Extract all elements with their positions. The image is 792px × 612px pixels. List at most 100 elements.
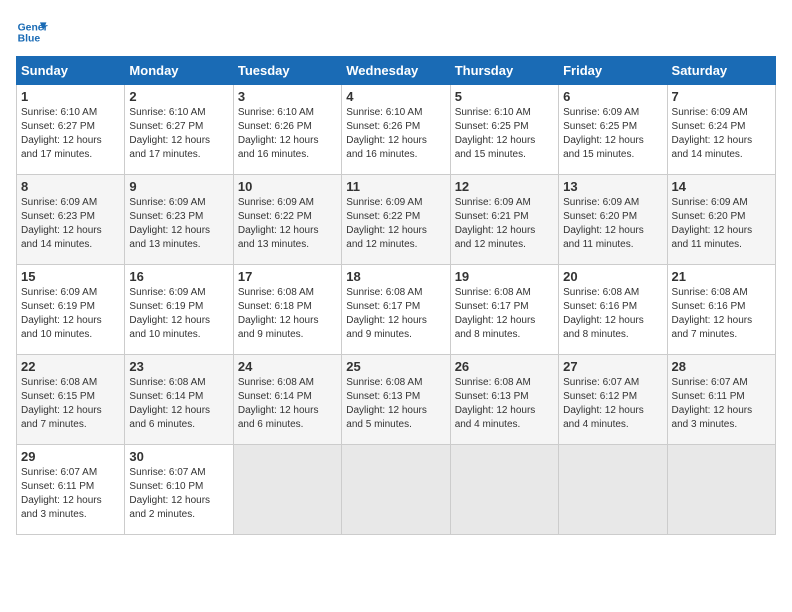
day-info: Sunrise: 6:08 AMSunset: 6:16 PMDaylight:… xyxy=(563,286,662,342)
col-header-tuesday: Tuesday xyxy=(233,57,341,85)
col-header-saturday: Saturday xyxy=(667,57,775,85)
day-info: Sunrise: 6:08 AMSunset: 6:13 PMDaylight:… xyxy=(455,376,554,432)
logo: General Blue xyxy=(16,16,48,48)
day-info: Sunrise: 6:10 AMSunset: 6:26 PMDaylight:… xyxy=(238,106,337,162)
day-number: 6 xyxy=(563,89,662,104)
day-info: Sunrise: 6:08 AMSunset: 6:18 PMDaylight:… xyxy=(238,286,337,342)
page-header: General Blue xyxy=(16,16,776,48)
calendar-cell: 11 Sunrise: 6:09 AMSunset: 6:22 PMDayligh… xyxy=(342,175,450,265)
day-info: Sunrise: 6:09 AMSunset: 6:24 PMDaylight:… xyxy=(672,106,771,162)
day-number: 1 xyxy=(21,89,120,104)
calendar-cell: 30Sunrise: 6:07 AMSunset: 6:10 PMDayligh… xyxy=(125,445,233,535)
day-number: 2 xyxy=(129,89,228,104)
calendar-cell: 4 Sunrise: 6:10 AMSunset: 6:26 PMDaylight… xyxy=(342,85,450,175)
logo-icon: General Blue xyxy=(16,16,48,48)
calendar-cell: 24 Sunrise: 6:08 AMSunset: 6:14 PMDayligh… xyxy=(233,355,341,445)
day-info: Sunrise: 6:08 AMSunset: 6:17 PMDaylight:… xyxy=(455,286,554,342)
calendar-cell: 6 Sunrise: 6:09 AMSunset: 6:25 PMDaylight… xyxy=(559,85,667,175)
calendar-cell: 8 Sunrise: 6:09 AMSunset: 6:23 PMDaylight… xyxy=(17,175,125,265)
calendar-table: SundayMondayTuesdayWednesdayThursdayFrid… xyxy=(16,56,776,535)
day-number: 23 xyxy=(129,359,228,374)
day-info: Sunrise: 6:09 AMSunset: 6:19 PMDaylight:… xyxy=(129,286,228,342)
day-info: Sunrise: 6:09 AMSunset: 6:20 PMDaylight:… xyxy=(672,196,771,252)
day-info: Sunrise: 6:09 AMSunset: 6:23 PMDaylight:… xyxy=(129,196,228,252)
day-number: 13 xyxy=(563,179,662,194)
calendar-cell: 12 Sunrise: 6:09 AMSunset: 6:21 PMDayligh… xyxy=(450,175,558,265)
day-number: 17 xyxy=(238,269,337,284)
day-info: Sunrise: 6:07 AMSunset: 6:10 PMDaylight:… xyxy=(129,466,228,522)
day-number: 21 xyxy=(672,269,771,284)
day-info: Sunrise: 6:08 AMSunset: 6:13 PMDaylight:… xyxy=(346,376,445,432)
day-info: Sunrise: 6:07 AMSunset: 6:12 PMDaylight:… xyxy=(563,376,662,432)
calendar-cell: 13 Sunrise: 6:09 AMSunset: 6:20 PMDayligh… xyxy=(559,175,667,265)
calendar-cell xyxy=(559,445,667,535)
calendar-cell xyxy=(342,445,450,535)
day-info: Sunrise: 6:09 AMSunset: 6:21 PMDaylight:… xyxy=(455,196,554,252)
calendar-cell: 23 Sunrise: 6:08 AMSunset: 6:14 PMDayligh… xyxy=(125,355,233,445)
svg-text:Blue: Blue xyxy=(18,34,41,45)
day-number: 29 xyxy=(21,449,120,464)
calendar-cell: 16 Sunrise: 6:09 AMSunset: 6:19 PMDayligh… xyxy=(125,265,233,355)
day-info: Sunrise: 6:07 AMSunset: 6:11 PMDaylight:… xyxy=(672,376,771,432)
day-number: 7 xyxy=(672,89,771,104)
day-number: 26 xyxy=(455,359,554,374)
calendar-cell: 22Sunrise: 6:08 AMSunset: 6:15 PMDayligh… xyxy=(17,355,125,445)
calendar-cell: 21 Sunrise: 6:08 AMSunset: 6:16 PMDayligh… xyxy=(667,265,775,355)
calendar-cell xyxy=(450,445,558,535)
calendar-cell: 20 Sunrise: 6:08 AMSunset: 6:16 PMDayligh… xyxy=(559,265,667,355)
day-info: Sunrise: 6:08 AMSunset: 6:16 PMDaylight:… xyxy=(672,286,771,342)
day-number: 14 xyxy=(672,179,771,194)
day-info: Sunrise: 6:09 AMSunset: 6:22 PMDaylight:… xyxy=(346,196,445,252)
day-number: 11 xyxy=(346,179,445,194)
day-info: Sunrise: 6:08 AMSunset: 6:14 PMDaylight:… xyxy=(129,376,228,432)
day-info: Sunrise: 6:09 AMSunset: 6:19 PMDaylight:… xyxy=(21,286,120,342)
calendar-cell: 14 Sunrise: 6:09 AMSunset: 6:20 PMDayligh… xyxy=(667,175,775,265)
day-number: 20 xyxy=(563,269,662,284)
day-number: 12 xyxy=(455,179,554,194)
calendar-cell: 15 Sunrise: 6:09 AMSunset: 6:19 PMDayligh… xyxy=(17,265,125,355)
day-number: 25 xyxy=(346,359,445,374)
day-number: 8 xyxy=(21,179,120,194)
day-number: 5 xyxy=(455,89,554,104)
calendar-cell: 29 Sunrise: 6:07 AMSunset: 6:11 PMDayligh… xyxy=(17,445,125,535)
day-number: 3 xyxy=(238,89,337,104)
col-header-sunday: Sunday xyxy=(17,57,125,85)
day-info: Sunrise: 6:10 AMSunset: 6:25 PMDaylight:… xyxy=(455,106,554,162)
day-number: 27 xyxy=(563,359,662,374)
calendar-cell: 1 Sunrise: 6:10 AMSunset: 6:27 PMDaylight… xyxy=(17,85,125,175)
calendar-cell: 3 Sunrise: 6:10 AMSunset: 6:26 PMDaylight… xyxy=(233,85,341,175)
col-header-thursday: Thursday xyxy=(450,57,558,85)
day-info: Sunrise: 6:10 AMSunset: 6:27 PMDaylight:… xyxy=(21,106,120,162)
day-info: Sunrise: 6:09 AMSunset: 6:23 PMDaylight:… xyxy=(21,196,120,252)
col-header-monday: Monday xyxy=(125,57,233,85)
day-number: 24 xyxy=(238,359,337,374)
day-number: 4 xyxy=(346,89,445,104)
calendar-cell: 7 Sunrise: 6:09 AMSunset: 6:24 PMDaylight… xyxy=(667,85,775,175)
day-number: 16 xyxy=(129,269,228,284)
day-info: Sunrise: 6:09 AMSunset: 6:22 PMDaylight:… xyxy=(238,196,337,252)
calendar-cell: 27 Sunrise: 6:07 AMSunset: 6:12 PMDayligh… xyxy=(559,355,667,445)
calendar-cell: 9 Sunrise: 6:09 AMSunset: 6:23 PMDaylight… xyxy=(125,175,233,265)
calendar-cell: 10 Sunrise: 6:09 AMSunset: 6:22 PMDayligh… xyxy=(233,175,341,265)
day-info: Sunrise: 6:07 AMSunset: 6:11 PMDaylight:… xyxy=(21,466,120,522)
day-number: 10 xyxy=(238,179,337,194)
col-header-wednesday: Wednesday xyxy=(342,57,450,85)
day-info: Sunrise: 6:08 AMSunset: 6:15 PMDaylight:… xyxy=(21,376,120,432)
calendar-cell: 19 Sunrise: 6:08 AMSunset: 6:17 PMDayligh… xyxy=(450,265,558,355)
calendar-cell: 18 Sunrise: 6:08 AMSunset: 6:17 PMDayligh… xyxy=(342,265,450,355)
day-info: Sunrise: 6:10 AMSunset: 6:26 PMDaylight:… xyxy=(346,106,445,162)
day-number: 19 xyxy=(455,269,554,284)
day-number: 28 xyxy=(672,359,771,374)
calendar-cell: 5 Sunrise: 6:10 AMSunset: 6:25 PMDaylight… xyxy=(450,85,558,175)
calendar-cell xyxy=(667,445,775,535)
calendar-cell: 26 Sunrise: 6:08 AMSunset: 6:13 PMDayligh… xyxy=(450,355,558,445)
day-number: 18 xyxy=(346,269,445,284)
calendar-cell: 2Sunrise: 6:10 AMSunset: 6:27 PMDaylight… xyxy=(125,85,233,175)
day-info: Sunrise: 6:08 AMSunset: 6:17 PMDaylight:… xyxy=(346,286,445,342)
day-info: Sunrise: 6:08 AMSunset: 6:14 PMDaylight:… xyxy=(238,376,337,432)
day-number: 9 xyxy=(129,179,228,194)
day-number: 15 xyxy=(21,269,120,284)
day-info: Sunrise: 6:09 AMSunset: 6:25 PMDaylight:… xyxy=(563,106,662,162)
day-info: Sunrise: 6:09 AMSunset: 6:20 PMDaylight:… xyxy=(563,196,662,252)
calendar-cell xyxy=(233,445,341,535)
